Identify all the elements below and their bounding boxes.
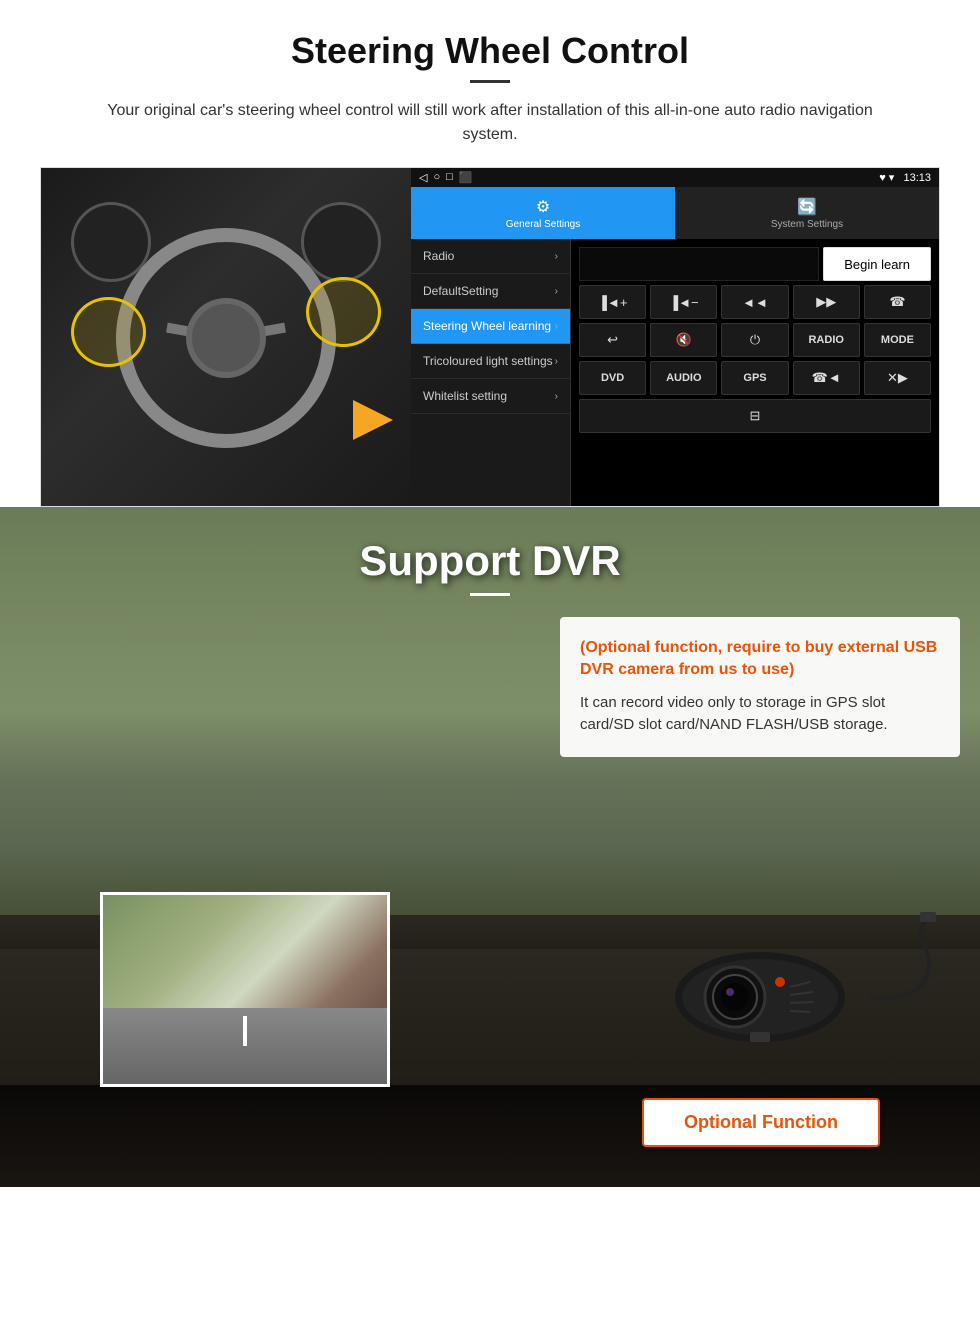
dvr-description: It can record video only to storage in G… — [580, 692, 940, 737]
tab-system[interactable]: 🔄 System Settings — [675, 187, 939, 239]
dvr-section: Support DVR (Optional function, require … — [0, 507, 980, 1187]
system-icon: 🔄 — [797, 197, 817, 217]
menu-steering-label: Steering Wheel learning — [423, 319, 551, 333]
statusbar-time: ♥ ▾ 13:13 — [879, 171, 931, 184]
optional-function-button[interactable]: Optional Function — [642, 1098, 880, 1147]
steering-composite: ◁ ○ □ ⬛ ♥ ▾ 13:13 ⚙ General Settings — [40, 167, 940, 507]
arrow-indicator — [353, 400, 393, 440]
thumb-road-line — [243, 1016, 247, 1046]
tab-general-label: General Settings — [506, 219, 581, 230]
ctrl-next[interactable]: ▶▶ — [793, 285, 860, 319]
android-controls: Begin learn ▐◄+ ▐◄− ◄◄ ▶▶ ☎ ↩ 🔇 ⏻ — [571, 239, 939, 506]
dvr-camera-image — [650, 907, 950, 1067]
highlight-right-buttons — [306, 277, 381, 347]
android-tabs: ⚙ General Settings 🔄 System Settings — [411, 187, 939, 239]
menu-item-radio[interactable]: Radio › — [411, 239, 570, 274]
android-menu: Radio › DefaultSetting › Steering Wheel … — [411, 239, 571, 506]
menu-item-default[interactable]: DefaultSetting › — [411, 274, 570, 309]
ctrl-vol-down[interactable]: ▐◄− — [650, 285, 717, 319]
ctrl-back[interactable]: ↩ — [579, 323, 646, 357]
ctrl-row-3: DVD AUDIO GPS ☎◄ ✕▶ — [579, 361, 931, 395]
square-btn[interactable]: □ — [446, 171, 453, 184]
menu-item-steering[interactable]: Steering Wheel learning › — [411, 309, 570, 344]
ctrl-power[interactable]: ⏻ — [721, 323, 788, 357]
menu-whitelist-label: Whitelist setting — [423, 389, 507, 403]
ctrl-row-0: Begin learn — [579, 247, 931, 281]
home-btn[interactable]: ○ — [433, 171, 440, 184]
ctrl-phone-next[interactable]: ✕▶ — [864, 361, 931, 395]
ctrl-phone[interactable]: ☎ — [864, 285, 931, 319]
ctrl-mode[interactable]: MODE — [864, 323, 931, 357]
dvr-info-box: (Optional function, require to buy exter… — [560, 617, 960, 757]
menu-steering-arrow: › — [555, 321, 558, 332]
android-content: Radio › DefaultSetting › Steering Wheel … — [411, 239, 939, 506]
time-display: 13:13 — [903, 172, 931, 184]
ctrl-row-4: ⊟ — [579, 399, 931, 433]
settings-icon: ⚙ — [536, 197, 550, 217]
steering-wheel-inner — [186, 298, 266, 378]
ctrl-audio[interactable]: AUDIO — [650, 361, 717, 395]
menu-default-arrow: › — [555, 286, 558, 297]
steering-subtitle: Your original car's steering wheel contr… — [40, 99, 940, 147]
title-divider — [470, 80, 510, 83]
dvr-title-overlay: Support DVR — [0, 507, 980, 606]
steering-photo — [41, 168, 411, 507]
steering-title: Steering Wheel Control — [40, 30, 940, 72]
highlight-left-buttons — [71, 297, 146, 367]
dvr-thumbnail — [100, 892, 390, 1087]
menu-item-whitelist[interactable]: Whitelist setting › — [411, 379, 570, 414]
menu-tricoloured-arrow: › — [555, 356, 558, 367]
signal-icon: ♥ ▾ — [879, 172, 894, 184]
ctrl-row-1: ▐◄+ ▐◄− ◄◄ ▶▶ ☎ — [579, 285, 931, 319]
record-btn[interactable]: ⬛ — [459, 171, 473, 184]
ctrl-radio[interactable]: RADIO — [793, 323, 860, 357]
dvr-optional-text: (Optional function, require to buy exter… — [580, 637, 940, 682]
ctrl-vol-up[interactable]: ▐◄+ — [579, 285, 646, 319]
menu-radio-label: Radio — [423, 249, 454, 263]
back-btn[interactable]: ◁ — [419, 171, 427, 184]
menu-tricoloured-label: Tricoloured light settings — [423, 354, 553, 368]
dvr-title: Support DVR — [0, 537, 980, 585]
ctrl-mute[interactable]: 🔇 — [650, 323, 717, 357]
dvr-divider — [470, 593, 510, 596]
ctrl-extra[interactable]: ⊟ — [579, 399, 931, 433]
tab-general[interactable]: ⚙ General Settings — [411, 187, 675, 239]
ctrl-prev[interactable]: ◄◄ — [721, 285, 788, 319]
android-statusbar: ◁ ○ □ ⬛ ♥ ▾ 13:13 — [411, 168, 939, 187]
steering-wheel-outer — [116, 228, 336, 448]
camera-svg — [650, 907, 950, 1067]
ctrl-empty-0 — [579, 247, 819, 281]
tab-system-label: System Settings — [771, 219, 843, 230]
statusbar-nav: ◁ ○ □ ⬛ — [419, 171, 472, 184]
steering-section: Steering Wheel Control Your original car… — [0, 0, 980, 507]
begin-learn-btn[interactable]: Begin learn — [823, 247, 931, 281]
ctrl-gps[interactable]: GPS — [721, 361, 788, 395]
menu-item-tricoloured[interactable]: Tricoloured light settings › — [411, 344, 570, 379]
ctrl-dvd[interactable]: DVD — [579, 361, 646, 395]
menu-default-label: DefaultSetting — [423, 284, 498, 298]
menu-whitelist-arrow: › — [555, 391, 558, 402]
gauge-right — [301, 202, 381, 282]
ctrl-phone-prev[interactable]: ☎◄ — [793, 361, 860, 395]
ctrl-row-2: ↩ 🔇 ⏻ RADIO MODE — [579, 323, 931, 357]
menu-radio-arrow: › — [555, 251, 558, 262]
android-panel: ◁ ○ □ ⬛ ♥ ▾ 13:13 ⚙ General Settings — [411, 168, 939, 506]
